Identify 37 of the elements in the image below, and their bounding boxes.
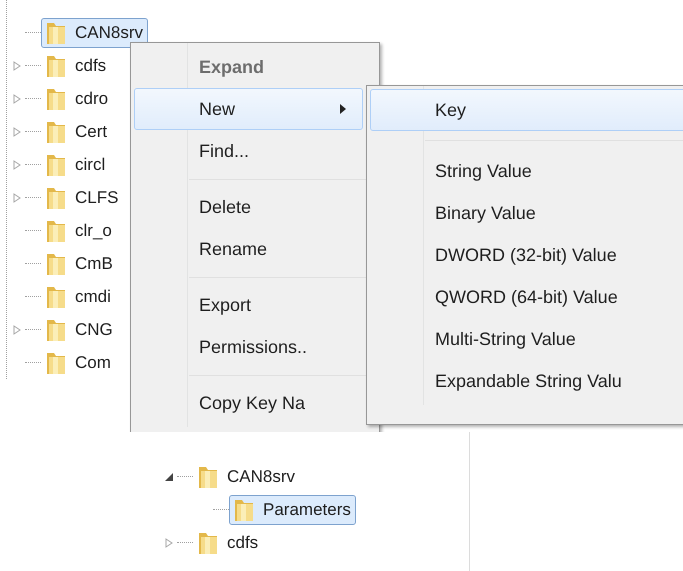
tree-item[interactable]: CmB (41, 248, 118, 278)
menu-item[interactable]: Rename (134, 228, 363, 270)
expand-arrow-icon[interactable] (13, 160, 22, 170)
menu-item[interactable]: Export (134, 284, 363, 326)
menu-item[interactable]: Multi-String Value (370, 318, 683, 360)
menu-item[interactable]: Expandable String Valu (370, 360, 683, 402)
tree-item[interactable]: CNG (41, 314, 118, 344)
menu-item[interactable]: Copy Key Na (134, 382, 363, 424)
expand-arrow-icon[interactable] (13, 324, 22, 334)
tree-item[interactable]: CAN8srv (193, 462, 300, 492)
tree-item[interactable]: cdfs (41, 50, 112, 80)
tree-item[interactable]: clr_o (41, 216, 117, 246)
expand-arrow-icon[interactable] (13, 126, 22, 136)
tree-item[interactable]: Cert (41, 116, 112, 146)
collapse-arrow-icon[interactable] (165, 472, 174, 482)
tree-item[interactable]: CAN8srv (41, 18, 148, 48)
menu-item[interactable]: Key (370, 89, 683, 131)
menu-item[interactable]: Delete (134, 186, 363, 228)
expand-arrow-icon[interactable] (13, 192, 22, 202)
menu-item[interactable]: String Value (370, 150, 683, 192)
tree-item[interactable]: cmdi (41, 282, 116, 312)
menu-item[interactable]: Binary Value (370, 192, 683, 234)
menu-item[interactable]: Permissions.. (134, 326, 363, 368)
tree-item[interactable]: Com (41, 348, 116, 378)
tree-item[interactable]: CLFS (41, 182, 124, 212)
tree-item[interactable]: cdfs (193, 528, 264, 558)
menu-item[interactable]: QWORD (64-bit) Value (370, 276, 683, 318)
submenu-arrow-icon (340, 104, 346, 114)
menu-item[interactable]: New (134, 88, 363, 130)
expand-arrow-icon[interactable] (165, 538, 174, 548)
menu-item[interactable]: DWORD (32-bit) Value (370, 234, 683, 276)
tree-item[interactable]: circl (41, 150, 110, 180)
expand-arrow-icon[interactable] (13, 60, 22, 70)
expand-arrow-icon[interactable] (13, 94, 22, 104)
menu-item[interactable]: Find... (134, 130, 363, 172)
tree-item[interactable]: cdro (41, 84, 114, 114)
tree-item[interactable]: Parameters (229, 494, 356, 524)
